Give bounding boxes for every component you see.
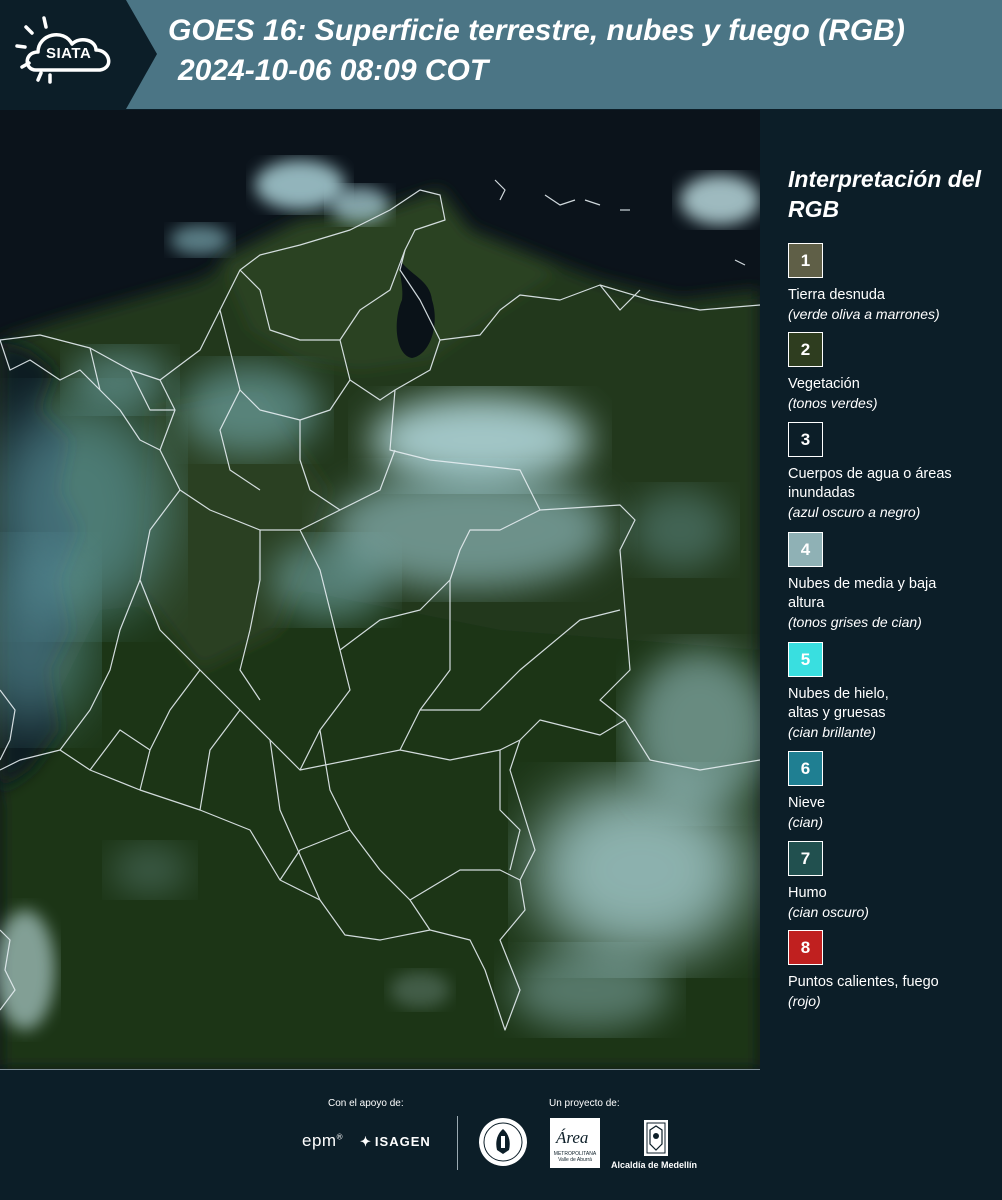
epm-logo-text: epm xyxy=(302,1131,337,1150)
siata-logo[interactable]: SIATA xyxy=(0,0,160,109)
legend-item-bare-soil: 1 Tierra desnuda (verde oliva a marrones… xyxy=(788,243,1002,324)
legend-note: (tonos verdes) xyxy=(788,395,878,411)
epm-registered-mark: ® xyxy=(336,1132,343,1142)
legend-item-vegetation: 2 Vegetación (tonos verdes) xyxy=(788,332,1002,413)
epm-logo[interactable]: epm® xyxy=(302,1131,343,1151)
legend-label: Humo xyxy=(788,885,827,901)
area-metropolitana-logo[interactable]: Área METROPOLITANA Valle de Aburrá xyxy=(550,1118,600,1168)
legend-item-ice-clouds: 5 Nubes de hielo, altas y gruesas (cian … xyxy=(788,642,1002,742)
legend-note: (tonos grises de cian) xyxy=(788,614,922,630)
isagen-icon: ✦ xyxy=(360,1134,372,1149)
legend-title: Interpretación del RGB xyxy=(788,166,981,222)
page-timestamp: 2024-10-06 08:09 COT xyxy=(178,54,489,87)
area-logo-word: Área xyxy=(556,1128,589,1147)
footer: Con el apoyo de: Un proyecto de: epm® ✦ I… xyxy=(0,1070,1002,1200)
legend-label: Nieve xyxy=(788,795,826,811)
page-title: GOES 16: Superficie terrestre, nubes y f… xyxy=(168,14,905,47)
legend-item-fire: 8 Puntos calientes, fuego (rojo) xyxy=(788,930,1002,1011)
logo-text: SIATA xyxy=(46,45,92,62)
isagen-logo[interactable]: ✦ ISAGEN xyxy=(360,1134,431,1150)
legend-label: Tierra desnuda xyxy=(788,287,885,303)
legend-item-snow: 6 Nieve (cian) xyxy=(788,751,1002,832)
legend-swatch: 7 xyxy=(788,841,823,876)
legend-swatch: 4 xyxy=(788,532,823,567)
legend-label: Cuerpos de agua o áreas inundadas xyxy=(788,466,952,501)
legend-swatch: 2 xyxy=(788,332,823,367)
legend-label: Vegetación xyxy=(788,376,860,392)
legend-label: Nubes de hielo, altas y gruesas xyxy=(788,686,889,721)
legend-panel: Interpretación del RGB 1 Tierra desnuda … xyxy=(760,110,1002,1070)
legend-swatch: 8 xyxy=(788,930,823,965)
medellin-crest-icon[interactable] xyxy=(642,1118,670,1158)
legend-swatch: 3 xyxy=(788,422,823,457)
satellite-map[interactable] xyxy=(0,110,760,1070)
legend-note: (rojo) xyxy=(788,993,821,1009)
legend-item-water: 3 Cuerpos de agua o áreas inundadas (azu… xyxy=(788,422,1002,522)
legend-note: (cian brillante) xyxy=(788,724,876,740)
legend-swatch: 1 xyxy=(788,243,823,278)
legend-label: Puntos calientes, fuego xyxy=(788,974,939,990)
legend-item-smoke: 7 Humo (cian oscuro) xyxy=(788,841,1002,922)
area-logo-subtitle: METROPOLITANA Valle de Aburrá xyxy=(553,1151,597,1163)
legend-note: (cian oscuro) xyxy=(788,904,869,920)
legend-note: (cian) xyxy=(788,814,824,830)
legend-swatch: 5 xyxy=(788,642,823,677)
footer-divider xyxy=(457,1116,458,1170)
university-seal-icon[interactable] xyxy=(477,1116,529,1168)
medellin-label: Alcaldía de Medellín xyxy=(611,1160,698,1170)
legend-label: Nubes de media y baja altura xyxy=(788,576,937,611)
header-banner: SIATA GOES 16: Superficie terrestre, nub… xyxy=(0,0,1002,109)
legend-swatch: 6 xyxy=(788,751,823,786)
legend-item-mid-low-clouds: 4 Nubes de media y baja altura (tonos gr… xyxy=(788,532,1002,632)
isagen-logo-text: ISAGEN xyxy=(374,1134,431,1149)
support-label: Con el apoyo de: xyxy=(328,1098,404,1109)
legend-note: (verde oliva a marrones) xyxy=(788,306,940,322)
legend-note: (azul oscuro a negro) xyxy=(788,504,921,520)
project-label: Un proyecto de: xyxy=(549,1098,620,1109)
satellite-image xyxy=(0,110,760,1070)
